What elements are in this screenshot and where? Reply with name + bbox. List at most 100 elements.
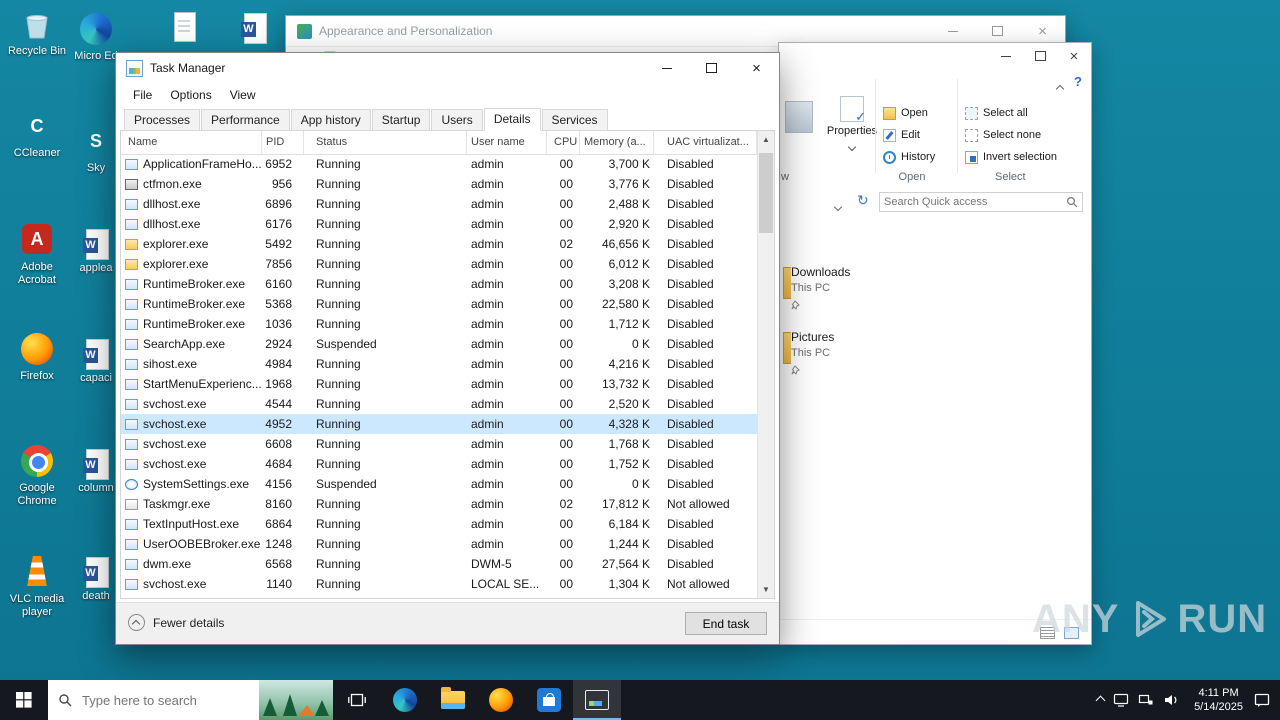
column-header-uac[interactable]: UAC virtualizat... (654, 131, 757, 154)
action-center-icon[interactable] (1253, 692, 1271, 708)
minimize-button[interactable] (989, 43, 1023, 69)
minimize-button[interactable] (644, 53, 689, 83)
desktop-icon-chrome[interactable]: Google Chrome (5, 444, 69, 508)
process-user-cell: admin (471, 157, 504, 171)
process-row[interactable]: RuntimeBroker.exe 6160 Running admin 00 … (121, 274, 757, 294)
quick-access-downloads[interactable]: Downloads This PC (783, 265, 971, 310)
history-button[interactable]: History (883, 148, 935, 166)
skype-icon: S (79, 125, 113, 159)
close-button[interactable]: × (1057, 43, 1091, 69)
quick-access-pictures[interactable]: Pictures This PC (783, 330, 971, 375)
tab-performance[interactable]: Performance (201, 109, 290, 131)
cropped-ribbon-button[interactable] (785, 101, 813, 133)
network-tray-icon[interactable] (1138, 692, 1154, 708)
process-row[interactable]: RuntimeBroker.exe 5368 Running admin 00 … (121, 294, 757, 314)
process-row[interactable]: svchost.exe 6608 Running admin 00 1,768 … (121, 434, 757, 454)
file-icon (167, 10, 201, 44)
select-all-button[interactable]: Select all (965, 104, 1028, 122)
taskbar-icon-edge[interactable] (381, 680, 429, 720)
vertical-scrollbar[interactable]: ▲ ▼ (757, 131, 774, 598)
acrobat-glyph: A (30, 229, 44, 249)
process-row[interactable]: dllhost.exe 6176 Running admin 00 2,920 … (121, 214, 757, 234)
process-pid-cell: 4544 (265, 397, 292, 411)
process-row[interactable]: TextInputHost.exe 6864 Running admin 00 … (121, 514, 757, 534)
explorer-search-input[interactable] (880, 196, 1066, 208)
end-task-button[interactable]: End task (685, 612, 767, 635)
process-row[interactable]: explorer.exe 7856 Running admin 00 6,012… (121, 254, 757, 274)
start-button[interactable] (0, 680, 48, 720)
process-row[interactable]: SearchApp.exe 2924 Suspended admin 00 0 … (121, 334, 757, 354)
process-row[interactable]: StartMenuExperienc... 1968 Running admin… (121, 374, 757, 394)
tab-users[interactable]: Users (431, 109, 483, 131)
process-row[interactable]: Taskmgr.exe 8160 Running admin 02 17,812… (121, 494, 757, 514)
column-header-cpu[interactable]: CPU (547, 131, 580, 154)
tab-processes[interactable]: Processes (124, 109, 201, 131)
taskbar-icon-store[interactable] (525, 680, 573, 720)
process-row[interactable]: explorer.exe 5492 Running admin 02 46,65… (121, 234, 757, 254)
refresh-icon[interactable]: ↻ (857, 192, 869, 209)
column-header-status[interactable]: Status (304, 131, 467, 154)
process-row[interactable]: dwm.exe 6568 Running DWM-5 00 27,564 K D… (121, 554, 757, 574)
process-row[interactable]: sihost.exe 4984 Running admin 00 4,216 K… (121, 354, 757, 374)
scrollbar-thumb[interactable] (759, 153, 773, 233)
display-tray-icon[interactable] (1113, 692, 1129, 708)
desktop-icon-firefox[interactable]: Firefox (5, 332, 69, 383)
taskbar-icon-firefox[interactable] (477, 680, 525, 720)
process-pid-cell: 2924 (265, 337, 292, 351)
desktop-icon-word-doc[interactable]: W (222, 12, 286, 46)
desktop-icon-ccleaner[interactable]: C CCleaner (5, 110, 69, 160)
menu-options[interactable]: Options (162, 88, 219, 102)
taskbar-search-box[interactable] (48, 680, 333, 720)
menu-view[interactable]: View (222, 88, 264, 102)
edit-button[interactable]: Edit (883, 126, 920, 144)
tab-app-history[interactable]: App history (290, 109, 371, 131)
tab-details[interactable]: Details (483, 108, 541, 131)
process-user-cell: LOCAL SE... (467, 594, 547, 598)
tab-services[interactable]: Services (541, 109, 608, 131)
help-icon[interactable]: ? (1074, 74, 1082, 89)
process-row[interactable]: ApplicationFrameHo... 6952 Running admin… (121, 154, 757, 174)
menu-file[interactable]: File (125, 88, 160, 102)
column-header-memory[interactable]: Memory (a... (580, 131, 654, 154)
task-view-button[interactable] (333, 680, 381, 720)
scroll-down-icon[interactable]: ▼ (758, 581, 774, 598)
address-dropdown-icon[interactable] (833, 197, 843, 215)
process-row[interactable]: svchost.exe 4952 Running admin 00 4,328 … (121, 414, 757, 434)
process-row[interactable]: svchost.exe 4544 Running admin 00 2,520 … (121, 394, 757, 414)
process-row[interactable]: svchost.exe 4684 Running admin 00 1,752 … (121, 454, 757, 474)
taskbar-search-input[interactable] (80, 691, 234, 709)
column-header-name[interactable]: Name (121, 131, 262, 154)
select-all-label: Select all (983, 107, 1028, 119)
properties-button[interactable]: ✓ Properties (825, 96, 879, 172)
ccleaner-glyph: C (30, 116, 44, 136)
maximize-button[interactable] (1023, 43, 1057, 69)
desktop-icon-unknown[interactable] (152, 10, 216, 47)
invert-selection-button[interactable]: Invert selection (965, 148, 1057, 166)
maximize-button[interactable] (689, 53, 734, 83)
volume-tray-icon[interactable] (1163, 692, 1179, 708)
process-row[interactable]: ctfmon.exe 956 Running admin 00 3,776 K … (121, 174, 757, 194)
process-row[interactable]: svchost.exe 1252 Running LOCAL SE... 00 … (121, 594, 757, 598)
process-row[interactable]: svchost.exe 1140 Running LOCAL SE... 00 … (121, 574, 757, 594)
process-row[interactable]: dllhost.exe 6896 Running admin 00 2,488 … (121, 194, 757, 214)
explorer-search-box[interactable] (879, 192, 1083, 212)
scroll-up-icon[interactable]: ▲ (758, 131, 774, 148)
fewer-details-toggle[interactable]: Fewer details (128, 614, 224, 631)
select-none-button[interactable]: Select none (965, 126, 1041, 144)
desktop-icon-acrobat[interactable]: A Adobe Acrobat (5, 222, 69, 287)
process-row[interactable]: SystemSettings.exe 4156 Suspended admin … (121, 474, 757, 494)
desktop-icon-recycle-bin[interactable]: Recycle Bin (5, 8, 69, 58)
column-header-pid[interactable]: PID (262, 131, 304, 154)
column-header-user-name[interactable]: User name (467, 131, 547, 154)
taskbar-icon-file-explorer[interactable] (429, 680, 477, 720)
open-button[interactable]: Open (883, 104, 928, 122)
show-hidden-icons-button[interactable] (1095, 691, 1106, 709)
desktop-icon-vlc[interactable]: VLC media player (5, 554, 69, 619)
taskbar-icon-task-manager[interactable] (573, 680, 621, 720)
close-button[interactable]: × (734, 53, 779, 83)
ribbon-collapse-icon[interactable] (1055, 79, 1065, 97)
taskbar-clock[interactable]: 4:11 PM 5/14/2025 (1194, 686, 1243, 714)
process-row[interactable]: RuntimeBroker.exe 1036 Running admin 00 … (121, 314, 757, 334)
process-row[interactable]: UserOOBEBroker.exe 1248 Running admin 00… (121, 534, 757, 554)
tab-startup[interactable]: Startup (371, 109, 431, 131)
